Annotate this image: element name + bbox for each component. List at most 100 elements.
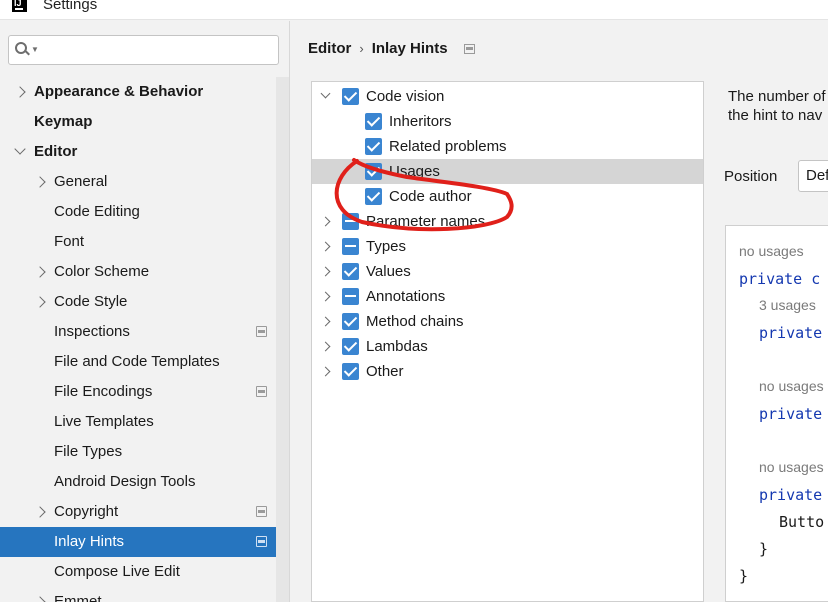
checkbox[interactable] xyxy=(342,338,359,355)
tree-row[interactable]: Other xyxy=(312,359,703,384)
sidebar-item[interactable]: Code Style xyxy=(0,287,289,317)
sidebar-item-label: Android Design Tools xyxy=(54,473,196,490)
chevron-right-icon[interactable] xyxy=(320,266,331,277)
tree-row[interactable]: Values xyxy=(312,259,703,284)
position-dropdown[interactable]: Def xyxy=(798,160,828,192)
sidebar-item[interactable]: File Types xyxy=(0,437,289,467)
sidebar-item-label: Font xyxy=(54,233,85,250)
code-line: } xyxy=(759,540,769,558)
tree-row[interactable]: Code author xyxy=(312,184,703,209)
tree-row-label: Code author xyxy=(389,188,472,205)
checkbox[interactable] xyxy=(365,113,382,130)
search-history-dropdown-icon[interactable]: ▼ xyxy=(31,45,39,54)
chevron-right-icon[interactable] xyxy=(320,216,331,227)
chevron-right-icon[interactable] xyxy=(34,266,46,278)
sidebar-item-label: File Types xyxy=(54,443,123,460)
sidebar-item[interactable]: Live Templates xyxy=(0,407,289,437)
sidebar-item-label: Editor xyxy=(34,143,78,160)
chevron-down-icon[interactable] xyxy=(320,88,331,99)
sidebar-item-label: Keymap xyxy=(34,113,93,130)
sidebar-item-label: Code Style xyxy=(54,293,128,310)
sidebar-item[interactable]: File and Code Templates xyxy=(0,347,289,377)
sidebar-item-label: Code Editing xyxy=(54,203,140,220)
checkbox[interactable] xyxy=(342,313,359,330)
partial-checkbox[interactable] xyxy=(342,213,359,230)
tree-row[interactable]: Usages xyxy=(312,159,703,184)
tree-row[interactable]: Parameter names xyxy=(312,209,703,234)
sidebar-item[interactable]: Inspections xyxy=(0,317,289,347)
sidebar-item-label: Copyright xyxy=(54,503,119,520)
code-line: private xyxy=(759,405,823,423)
code-vision-hint: no usages xyxy=(759,459,824,475)
sidebar-item[interactable]: Appearance & Behavior xyxy=(0,77,289,107)
code-vision-hint: no usages xyxy=(759,378,824,394)
checkbox[interactable] xyxy=(342,263,359,280)
sidebar-item-label: General xyxy=(54,173,108,190)
partial-checkbox[interactable] xyxy=(342,288,359,305)
settings-search-field[interactable]: ▼ xyxy=(8,35,279,65)
chevron-down-icon[interactable] xyxy=(14,143,26,155)
checkbox[interactable] xyxy=(365,138,382,155)
tree-row[interactable]: Inheritors xyxy=(312,109,703,134)
chevron-right-icon[interactable] xyxy=(14,86,26,98)
sidebar-item[interactable]: Keymap xyxy=(0,107,289,137)
position-label: Position xyxy=(724,168,778,185)
tree-row[interactable]: Lambdas xyxy=(312,334,703,359)
checkbox[interactable] xyxy=(342,363,359,380)
sidebar-scrollbar[interactable] xyxy=(276,77,289,602)
project-level-icon xyxy=(256,536,267,547)
hint-description: The number of the hint to nav xyxy=(728,87,828,125)
window-title: Settings xyxy=(43,0,98,13)
breadcrumb: Editor › Inlay Hints xyxy=(308,40,448,57)
checkbox[interactable] xyxy=(365,188,382,205)
tree-row-label: Code vision xyxy=(366,88,445,105)
chevron-right-icon[interactable] xyxy=(320,341,331,352)
code-vision-hint: 3 usages xyxy=(759,297,816,313)
sidebar-item[interactable]: Editor xyxy=(0,137,289,167)
search-icon[interactable] xyxy=(15,42,27,54)
tree-row[interactable]: Types xyxy=(312,234,703,259)
project-level-icon xyxy=(256,506,267,517)
sidebar-item[interactable]: Compose Live Edit xyxy=(0,557,289,587)
sidebar-item[interactable]: File Encodings xyxy=(0,377,289,407)
code-line: private xyxy=(759,486,823,504)
tree-row-label: Parameter names xyxy=(366,213,486,230)
settings-sidebar: ▼ Appearance & Behavior Keymap Editor Gener… xyxy=(0,21,290,602)
chevron-right-icon[interactable] xyxy=(320,366,331,377)
sidebar-item[interactable]: General xyxy=(0,167,289,197)
code-line: Butto xyxy=(779,513,825,531)
sidebar-item-label: File and Code Templates xyxy=(54,353,220,370)
partial-checkbox[interactable] xyxy=(342,238,359,255)
chevron-right-icon[interactable] xyxy=(34,296,46,308)
tree-row-label: Inheritors xyxy=(389,113,452,130)
sidebar-item-label: Live Templates xyxy=(54,413,154,430)
sidebar-item[interactable]: Copyright xyxy=(0,497,289,527)
sidebar-item-label: Appearance & Behavior xyxy=(34,83,204,100)
sidebar-item[interactable]: Android Design Tools xyxy=(0,467,289,497)
tree-row-label: Values xyxy=(366,263,411,280)
chevron-right-icon[interactable] xyxy=(34,176,46,188)
code-preview: no usages private c 3 usages private no usag… xyxy=(725,225,828,602)
checkbox[interactable] xyxy=(365,163,382,180)
chevron-right-icon[interactable] xyxy=(320,316,331,327)
sidebar-item[interactable]: Code Editing xyxy=(0,197,289,227)
sidebar-item[interactable]: Font xyxy=(0,227,289,257)
chevron-right-icon[interactable] xyxy=(34,596,46,602)
sidebar-item[interactable]: Emmet xyxy=(0,587,289,602)
tree-row-label: Method chains xyxy=(366,313,464,330)
tree-row[interactable]: Annotations xyxy=(312,284,703,309)
chevron-right-icon[interactable] xyxy=(320,241,331,252)
breadcrumb-current: Inlay Hints xyxy=(371,40,448,57)
chevron-right-icon[interactable] xyxy=(320,291,331,302)
tree-row[interactable]: Related problems xyxy=(312,134,703,159)
tree-row[interactable]: Method chains xyxy=(312,309,703,334)
search-input[interactable] xyxy=(43,40,268,60)
tree-row-label: Annotations xyxy=(366,288,446,305)
chevron-right-icon[interactable] xyxy=(34,506,46,518)
tree-row[interactable]: Code vision xyxy=(312,84,703,109)
sidebar-item[interactable]: Color Scheme xyxy=(0,257,289,287)
breadcrumb-parent[interactable]: Editor xyxy=(308,40,351,57)
checkbox[interactable] xyxy=(342,88,359,105)
sidebar-item-label: Emmet xyxy=(54,593,102,602)
sidebar-item[interactable]: Inlay Hints xyxy=(0,527,289,557)
